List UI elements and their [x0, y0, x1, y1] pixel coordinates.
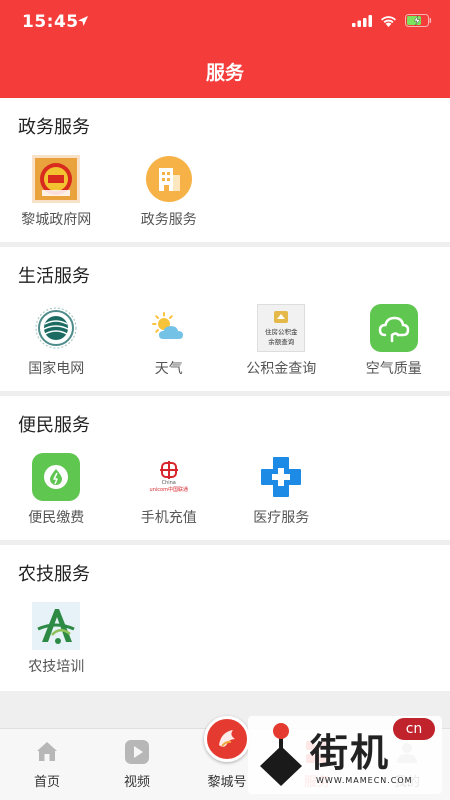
tab-label: 黎城号: [207, 775, 247, 790]
section-life: 生活服务 国家电网 天气 住房公积金 余额查询 公积金查询 空气质量: [0, 247, 450, 391]
status-icons: [352, 14, 432, 27]
section-title: 政务服务: [18, 117, 90, 138]
bird-logo-icon[interactable]: [204, 716, 250, 762]
service-item-lc-gov-site[interactable]: 黎城政府网: [0, 155, 113, 230]
service-grid: 国家电网 天气 住房公积金 余额查询 公积金查询 空气质量: [0, 304, 450, 379]
service-item-housing-fund[interactable]: 住房公积金 余额查询 公积金查询: [225, 304, 338, 379]
wifi-icon: [381, 15, 396, 27]
service-label: 医疗服务: [253, 510, 310, 526]
service-label: 天气: [154, 361, 183, 377]
service-grid: 黎城政府网 政务服务: [0, 155, 450, 230]
unicom-text-line2: unicom中国联通: [149, 487, 188, 493]
service-label: 公积金查询: [246, 361, 317, 377]
signal-icon: [352, 14, 372, 27]
play-icon: [125, 740, 149, 764]
tab-label: 首页: [33, 775, 60, 790]
watermark-badge: cn: [393, 718, 435, 740]
home-icon: [37, 742, 57, 761]
service-item-gov-services[interactable]: 政务服务: [113, 155, 226, 230]
service-label: 空气质量: [365, 361, 422, 377]
section-agriculture: 农技服务 农技培训: [0, 545, 450, 691]
state-grid-logo-icon: [32, 304, 80, 352]
status-bar: 15:45: [0, 0, 450, 44]
service-item-medical[interactable]: 医疗服务: [225, 453, 338, 528]
watermark-logo: 街机 cn WWW.MAMECN.COM: [248, 716, 442, 794]
section-title: 生活服务: [18, 266, 90, 287]
tab-label: 视频: [123, 775, 150, 790]
service-grid: 农技培训: [0, 602, 450, 677]
section-convenience: 便民服务 便民缴费 China unicom中国联通 手机充值 医疗服务: [0, 396, 450, 540]
location-arrow-icon: [78, 16, 88, 26]
service-label: 黎城政府网: [21, 212, 92, 228]
service-item-weather[interactable]: 天气: [113, 304, 226, 379]
service-label: 便民缴费: [28, 510, 85, 526]
status-time: 15:45: [22, 12, 79, 32]
watermark-url: WWW.MAMECN.COM: [316, 776, 413, 785]
building-icon: [145, 155, 193, 203]
housing-fund-line1: 住房公积金: [265, 327, 298, 336]
service-grid: 便民缴费 China unicom中国联通 手机充值 医疗服务: [0, 453, 450, 528]
china-unicom-logo-icon: China unicom中国联通: [145, 453, 193, 501]
service-label: 农技培训: [28, 659, 85, 675]
service-label: 国家电网: [28, 361, 85, 377]
service-label: 政务服务: [140, 212, 197, 228]
agri-training-logo-icon: [32, 602, 81, 650]
section-title: 便民服务: [18, 415, 90, 436]
service-item-phone-topup[interactable]: China unicom中国联通 手机充值: [113, 453, 226, 528]
service-item-agri-training[interactable]: 农技培训: [0, 602, 113, 677]
service-item-bill-payment[interactable]: 便民缴费: [0, 453, 113, 528]
page-title: 服务: [205, 62, 244, 84]
payment-drop-icon: [32, 453, 81, 501]
battery-charging-icon: [405, 14, 432, 27]
government-emblem-icon: [32, 155, 81, 203]
housing-fund-line2: 余额查询: [268, 337, 295, 346]
weather-sun-cloud-icon: [145, 304, 193, 352]
unicom-knot-icon: [159, 461, 178, 479]
watermark-text: 街机: [310, 730, 391, 775]
housing-fund-icon: 住房公积金 余额查询: [257, 304, 306, 352]
tab-home[interactable]: 首页: [2, 729, 92, 800]
section-title: 农技服务: [18, 564, 90, 585]
section-government: 政务服务 黎城政府网 政务服务: [0, 98, 450, 242]
house-mark-icon: [274, 310, 289, 323]
app-header: 15:45 服务: [0, 0, 450, 98]
service-label: 手机充值: [140, 510, 197, 526]
tab-video[interactable]: 视频: [92, 729, 182, 800]
services-list: 政务服务 黎城政府网 政务服务 生活服务 国家电网 天气 住房公积金 余额查询 …: [0, 98, 450, 696]
service-item-state-grid[interactable]: 国家电网: [0, 304, 113, 379]
joystick-icon: [260, 723, 302, 786]
air-quality-cloud-icon: [369, 304, 418, 352]
medical-cross-icon: [257, 453, 305, 501]
service-item-air-quality[interactable]: 空气质量: [338, 304, 450, 379]
